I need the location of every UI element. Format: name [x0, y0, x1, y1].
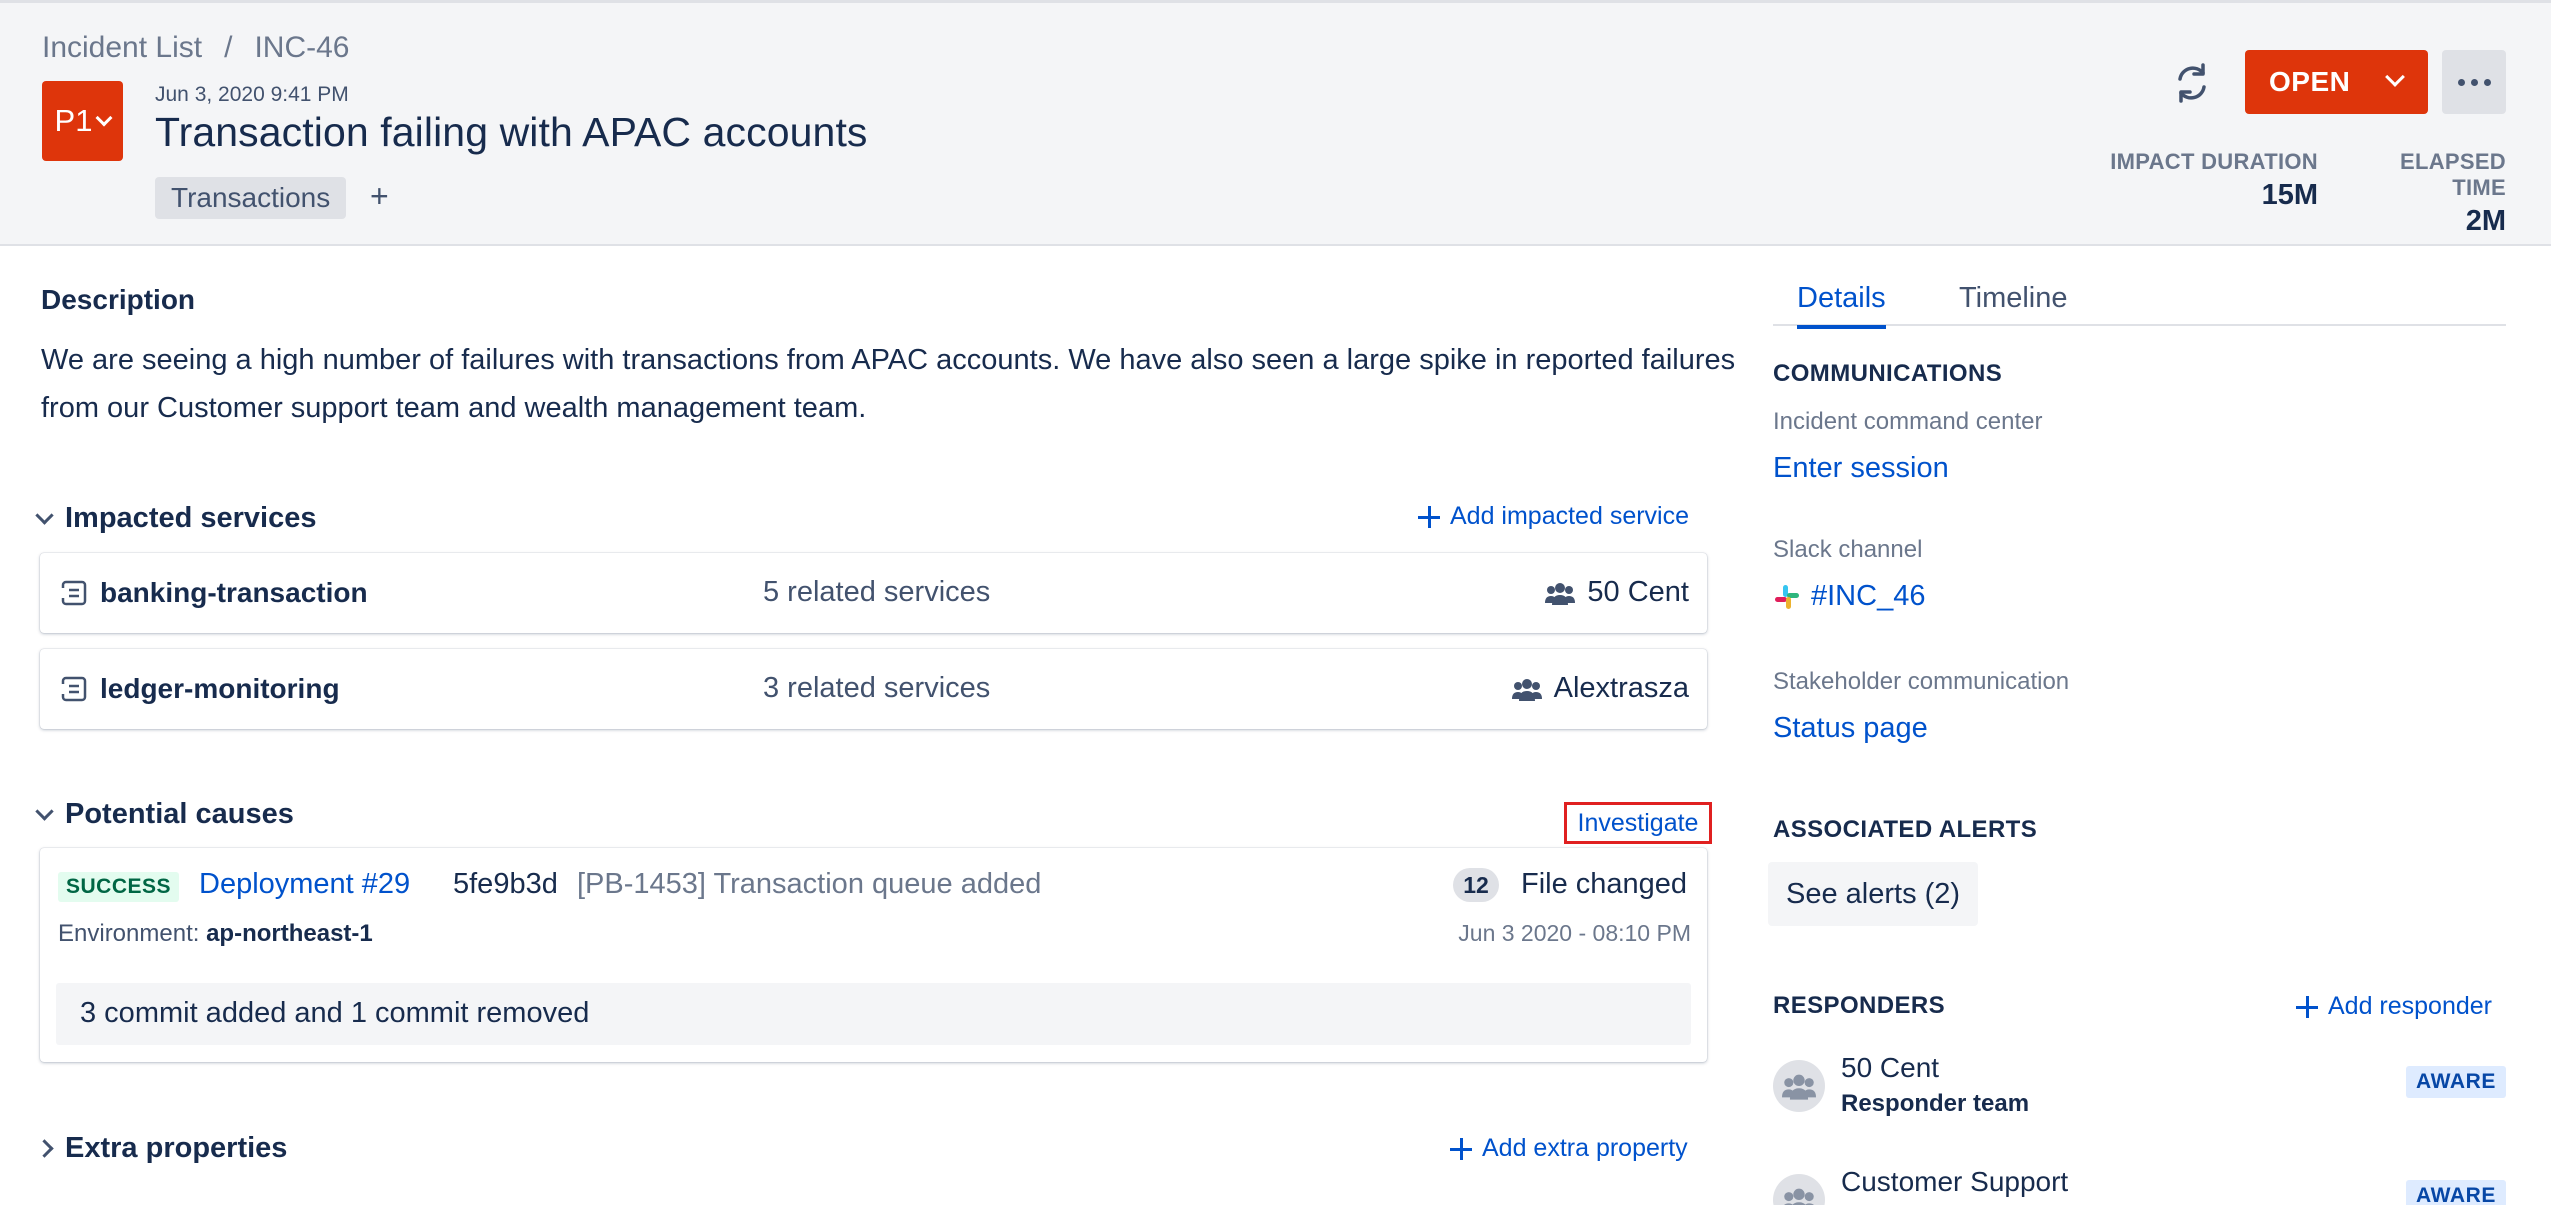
status-dropdown-button[interactable]: OPEN: [2245, 50, 2428, 114]
status-badge: SUCCESS: [58, 872, 180, 902]
add-extra-property-label: Add extra property: [1482, 1134, 1688, 1162]
responder-row[interactable]: Customer Support AWARE: [1773, 1166, 2506, 1205]
responder-type: Responder team: [1841, 1090, 2030, 1117]
plus-icon: [2296, 995, 2318, 1018]
more-dot-icon: [2457, 78, 2465, 86]
potential-causes-toggle[interactable]: Potential causes: [35, 798, 294, 831]
chevron-down-icon: [2385, 67, 2405, 87]
add-impacted-service-label: Add impacted service: [1450, 502, 1690, 530]
tab-timeline[interactable]: Timeline: [1959, 282, 2068, 325]
elapsed-time-value: 2M: [2465, 205, 2506, 237]
responder-name: 50 Cent: [1841, 1052, 1940, 1083]
see-alerts-button[interactable]: See alerts (2): [1768, 862, 1979, 926]
responder-name: Customer Support: [1841, 1166, 2069, 1197]
impact-duration-label: IMPACT DURATION: [2110, 149, 2318, 174]
responder-status-badge: AWARE: [2405, 1180, 2506, 1205]
cause-card: SUCCESS Deployment #29 5fe9b3d [PB-1453]…: [40, 848, 1707, 1062]
responder-status-badge: AWARE: [2405, 1066, 2506, 1098]
environment-value: ap-northeast-1: [206, 920, 373, 947]
commit-summary[interactable]: 3 commit added and 1 commit removed: [56, 983, 1691, 1045]
environment: Environment: ap-northeast-1: [58, 920, 373, 948]
service-card-ledger-monitoring[interactable]: ledger-monitoring 3 related services Ale…: [40, 649, 1707, 729]
more-actions-button[interactable]: [2442, 50, 2506, 114]
breadcrumb: Incident List / INC-46: [42, 31, 349, 65]
more-dot-icon: [2483, 78, 2491, 86]
impacted-services-heading: Impacted services: [65, 502, 317, 534]
impact-duration: IMPACT DURATION 15M: [2106, 149, 2318, 212]
service-related-count: 3 related services: [763, 672, 991, 704]
impacted-services-toggle[interactable]: Impacted services: [35, 502, 317, 535]
slack-channel-name: #INC_46: [1811, 580, 1926, 612]
tag-transactions[interactable]: Transactions: [155, 177, 347, 219]
service-owner-name: 50 Cent: [1587, 576, 1689, 608]
add-responder-label: Add responder: [2328, 992, 2493, 1020]
refresh-icon[interactable]: [2170, 61, 2214, 105]
deployment-link[interactable]: Deployment #29: [199, 868, 410, 901]
status-label: OPEN: [2269, 66, 2351, 97]
service-owner-name: Alextrasza: [1553, 672, 1689, 704]
investigate-button[interactable]: Investigate: [1564, 802, 1712, 844]
service-related-count: 5 related services: [763, 576, 991, 608]
communications-heading: COMMUNICATIONS: [1773, 360, 2003, 387]
impact-duration-value: 15M: [2261, 179, 2318, 211]
detail-tabs: Details Timeline: [1773, 280, 2506, 329]
stakeholder-label: Stakeholder communication: [1773, 668, 2070, 695]
slack-channel-link[interactable]: #INC_46: [1773, 580, 1925, 613]
files-changed-label: File changed: [1521, 868, 1688, 900]
chevron-right-icon: [35, 1139, 54, 1158]
slack-icon: [1775, 584, 1799, 609]
extra-properties-toggle[interactable]: Extra properties: [35, 1132, 288, 1165]
commit-message: [PB-1453] Transaction queue added: [577, 868, 1042, 900]
potential-causes-heading: Potential causes: [65, 798, 294, 830]
page-title: Transaction failing with APAC accounts: [155, 109, 868, 155]
service-owner: Alextrasza: [1511, 672, 1689, 705]
service-icon: [60, 580, 87, 606]
add-impacted-service-button[interactable]: Add impacted service: [1418, 502, 1689, 531]
team-avatar-icon: [1782, 1074, 1816, 1100]
chevron-down-icon: [35, 802, 54, 821]
priority-label: P1: [54, 103, 93, 138]
slack-channel-label: Slack channel: [1773, 536, 1923, 563]
service-name: ledger-monitoring: [100, 673, 340, 704]
chevron-down-icon: [35, 506, 54, 525]
files-changed-count: 12: [1453, 868, 1499, 902]
chevron-down-icon: [95, 109, 113, 127]
associated-alerts-heading: ASSOCIATED ALERTS: [1773, 816, 2038, 843]
add-extra-property-button[interactable]: Add extra property: [1450, 1134, 1688, 1163]
enter-session-link[interactable]: Enter session: [1773, 452, 1949, 485]
commit-hash: 5fe9b3d: [453, 868, 558, 900]
team-icon: [1545, 582, 1576, 605]
service-owner: 50 Cent: [1545, 576, 1689, 609]
extra-properties-heading: Extra properties: [65, 1132, 288, 1164]
service-card-banking-transaction[interactable]: banking-transaction 5 related services 5…: [40, 553, 1707, 633]
tab-details[interactable]: Details: [1797, 282, 1886, 329]
cause-date: Jun 3 2020 - 08:10 PM: [1458, 920, 1691, 946]
environment-label: Environment:: [58, 920, 200, 947]
more-dot-icon: [2470, 78, 2478, 86]
service-icon: [60, 676, 87, 702]
incident-header: Incident List / INC-46 P1 Jun 3, 2020 9:…: [0, 0, 2551, 246]
icc-label: Incident command center: [1773, 408, 2043, 435]
elapsed-time-label: ELAPSED TIME: [2399, 149, 2506, 200]
avatar: [1773, 1060, 1825, 1112]
add-responder-button[interactable]: Add responder: [2296, 992, 2492, 1021]
description-heading: Description: [41, 284, 196, 315]
avatar: [1773, 1174, 1825, 1205]
elapsed-time: ELAPSED TIME 2M: [2340, 149, 2506, 238]
priority-dropdown[interactable]: P1: [42, 81, 123, 161]
responders-heading: RESPONDERS: [1773, 992, 1946, 1019]
breadcrumb-incident-list[interactable]: Incident List: [42, 31, 202, 65]
add-tag-button[interactable]: +: [370, 178, 389, 215]
created-timestamp: Jun 3, 2020 9:41 PM: [155, 83, 349, 106]
team-avatar-icon: [1784, 1188, 1814, 1205]
description-text: We are seeing a high number of failures …: [41, 344, 1736, 424]
team-icon: [1511, 678, 1542, 701]
breadcrumb-separator: /: [224, 31, 233, 64]
responder-row[interactable]: 50 Cent Responder team AWARE: [1773, 1052, 2506, 1132]
plus-icon: [1450, 1137, 1472, 1160]
plus-icon: [1418, 505, 1440, 528]
service-name: banking-transaction: [100, 577, 368, 608]
breadcrumb-current[interactable]: INC-46: [254, 31, 349, 65]
status-page-link[interactable]: Status page: [1773, 712, 1928, 745]
